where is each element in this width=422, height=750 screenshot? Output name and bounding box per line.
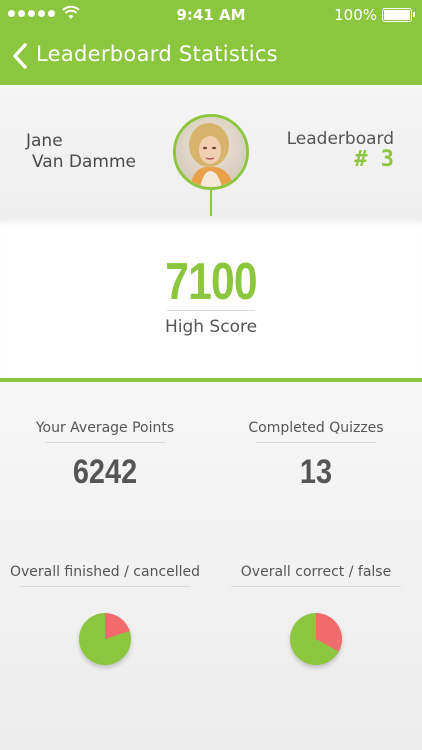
correct-false-pie	[290, 613, 342, 665]
completed-quizzes-rule	[256, 442, 376, 443]
stats-section: Your Average Points 6242 Completed Quizz…	[0, 382, 422, 750]
profile-section: Jane Van Damme Leaderboard # 3	[0, 85, 422, 218]
user-last-name: Van Damme	[32, 152, 136, 172]
correct-false-rule	[231, 586, 401, 587]
avatar[interactable]	[173, 114, 249, 190]
navigation-bar: Leaderboard Statistics	[0, 34, 422, 78]
status-bar: 9:41 AM 100%	[0, 0, 422, 30]
average-points-stat: Your Average Points 6242	[10, 420, 200, 492]
battery-icon	[382, 8, 415, 22]
high-score-label: High Score	[164, 317, 258, 337]
correct-false-label: Overall correct / false	[240, 564, 392, 580]
finished-cancelled-label: Overall finished / cancelled	[9, 564, 201, 580]
app-header: 9:41 AM 100% Leaderboard Statistics	[0, 0, 422, 85]
battery-percentage: 100%	[334, 6, 377, 24]
average-points-rule	[45, 442, 165, 443]
completed-quizzes-stat: Completed Quizzes 13	[221, 420, 411, 492]
user-name: Jane Van Damme	[26, 131, 136, 173]
average-points-label: Your Average Points	[35, 420, 175, 436]
average-points-value: 6242	[72, 453, 138, 491]
avatar-photo	[176, 117, 246, 187]
high-score-section: 7100 High Score	[0, 218, 422, 380]
finished-cancelled-pie	[79, 613, 131, 665]
back-chevron-icon[interactable]	[10, 41, 30, 71]
completed-quizzes-value: 13	[299, 453, 333, 491]
finished-cancelled-chart: Overall finished / cancelled	[0, 564, 210, 665]
user-first-name: Jane	[26, 131, 63, 151]
correct-false-chart: Overall correct / false	[211, 564, 421, 665]
leaderboard-rank: # 3	[354, 147, 394, 172]
finished-cancelled-rule	[20, 586, 190, 587]
completed-quizzes-label: Completed Quizzes	[248, 420, 384, 436]
high-score-value: 7100	[165, 253, 257, 311]
high-score-rule	[167, 310, 255, 311]
avatar-connector-line	[210, 189, 212, 216]
leaderboard-label: Leaderboard	[286, 129, 394, 149]
page-title: Leaderboard Statistics	[36, 42, 278, 66]
